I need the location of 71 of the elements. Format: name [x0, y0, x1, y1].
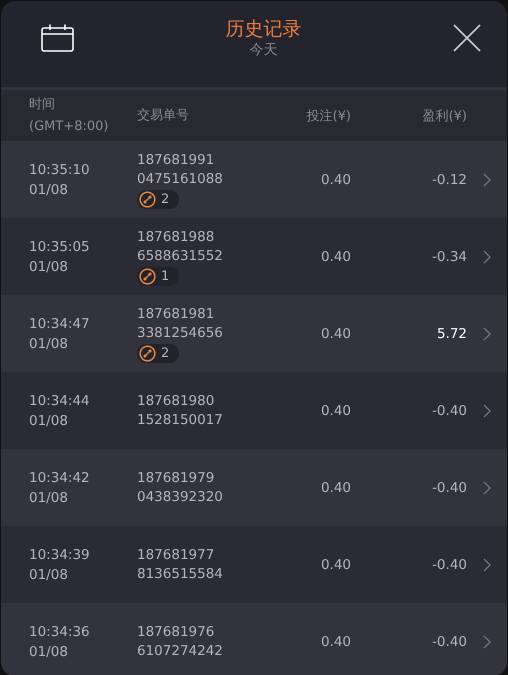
- chevron-right-icon[interactable]: [483, 404, 491, 418]
- badge-count: 1: [161, 268, 170, 284]
- date-text: 01/08: [29, 642, 69, 662]
- chevron-right-icon[interactable]: [483, 634, 491, 648]
- calendar-icon[interactable]: [41, 24, 74, 52]
- link-icon: [139, 268, 156, 284]
- date-text: 01/08: [29, 180, 69, 200]
- stake-amount: 0.40: [320, 634, 351, 650]
- history-row[interactable]: 10:35:10 01/08 187681991 0475161088 2 0.40 -0.12: [1, 141, 507, 218]
- order-number: 187681981: [137, 304, 214, 324]
- order-number: 6588631552: [137, 246, 223, 266]
- close-icon[interactable]: [453, 24, 481, 52]
- date-text: 01/08: [29, 488, 69, 508]
- order-number: 8136515584: [137, 564, 223, 584]
- time-text: 10:34:42: [29, 468, 91, 488]
- history-row[interactable]: 10:34:36 01/08 187681976 6107274242 0.40 -0.40: [1, 603, 507, 675]
- stake-amount: 0.40: [320, 480, 351, 496]
- stake-amount: 0.40: [320, 326, 351, 342]
- profit-amount: 5.72: [436, 326, 467, 342]
- chevron-right-icon[interactable]: [483, 250, 491, 264]
- badge-count: 2: [161, 344, 170, 362]
- column-header: (GMT+8:00): [29, 118, 110, 136]
- stake-amount: 0.40: [320, 556, 351, 572]
- order-number: 187681980: [137, 392, 214, 410]
- date-text: 01/08: [29, 334, 69, 354]
- column-header: 投注(¥): [306, 108, 351, 124]
- history-row[interactable]: 10:34:47 01/08 187681981 3381254656 2 0.40 5.72: [1, 295, 507, 372]
- order-number: 187681979: [137, 468, 214, 488]
- time-text: 10:34:44: [29, 392, 91, 410]
- order-number: 3381254656: [137, 324, 223, 342]
- chevron-right-icon[interactable]: [483, 558, 491, 572]
- profit-amount: -0.40: [431, 480, 467, 496]
- time-text: 10:34:47: [29, 314, 91, 334]
- date-text: 01/08: [29, 412, 69, 430]
- column-header: 时间: [29, 96, 56, 114]
- stake-amount: 0.40: [320, 402, 351, 418]
- order-number: 1528150017: [137, 410, 223, 430]
- history-row[interactable]: 10:34:39 01/08 187681977 8136515584 0.40 -0.40: [1, 526, 507, 603]
- profit-amount: -0.40: [431, 556, 467, 572]
- order-number: 0475161088: [137, 170, 223, 188]
- time-text: 10:34:39: [29, 546, 91, 564]
- order-number: 187681991: [137, 150, 214, 170]
- link-icon: [139, 344, 156, 362]
- order-number: 6107274242: [137, 642, 223, 660]
- date-text: 01/08: [29, 566, 69, 584]
- profit-amount: -0.40: [431, 402, 467, 418]
- time-text: 10:35:05: [29, 238, 91, 256]
- profit-amount: -0.12: [431, 172, 467, 188]
- order-number: 0438392320: [137, 488, 223, 506]
- link-icon: [139, 190, 156, 208]
- history-row[interactable]: 10:34:44 01/08 187681980 1528150017 0.40 -0.40: [1, 372, 507, 449]
- chevron-right-icon[interactable]: [483, 480, 491, 494]
- time-text: 10:35:10: [29, 160, 91, 180]
- stake-amount: 0.40: [320, 248, 351, 264]
- profit-amount: -0.34: [431, 248, 467, 264]
- order-number: 187681976: [137, 622, 214, 642]
- window-title: 历史记录: [226, 17, 302, 41]
- badge-count: 2: [161, 190, 170, 208]
- stake-amount: 0.40: [320, 172, 351, 188]
- chevron-right-icon[interactable]: [483, 326, 491, 340]
- order-number: 187681977: [137, 546, 214, 564]
- date-filter-label: 今天: [250, 41, 278, 59]
- time-text: 10:34:36: [29, 622, 91, 642]
- date-text: 01/08: [29, 258, 69, 276]
- column-header: 交易单号: [137, 107, 190, 125]
- order-number: 187681988: [137, 228, 214, 246]
- history-row[interactable]: 10:34:42 01/08 187681979 0438392320 0.40 -0.40: [1, 449, 507, 526]
- chevron-right-icon[interactable]: [483, 172, 491, 186]
- column-header: 盈利(¥): [422, 108, 467, 124]
- history-row[interactable]: 10:35:05 01/08 187681988 6588631552 1 0.40 -0.34: [1, 218, 507, 295]
- profit-amount: -0.40: [431, 634, 467, 650]
